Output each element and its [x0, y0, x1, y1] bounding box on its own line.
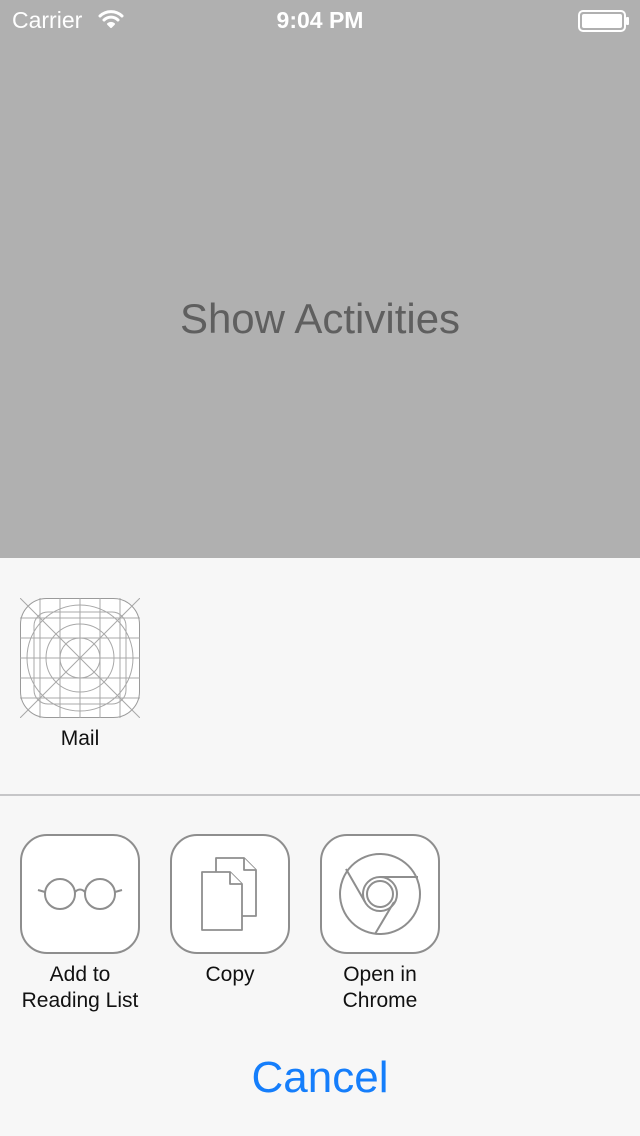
activity-label-line-2: Chrome [342, 989, 418, 1012]
share-row: Mail [0, 558, 640, 794]
activity-label: Open in Chrome [300, 962, 460, 1014]
activity-label-line-2: Reading List [21, 989, 139, 1012]
chrome-icon [320, 834, 440, 954]
activity-label: Mail [60, 727, 100, 750]
activity-label: Copy [205, 963, 255, 986]
mail-placeholder-icon [20, 598, 140, 718]
glasses-icon [20, 834, 140, 954]
cancel-button[interactable]: Cancel [0, 1038, 640, 1118]
clock: 9:04 PM [276, 7, 364, 33]
dimmed-background[interactable]: Show Activities [0, 0, 640, 558]
copy-icon [170, 834, 290, 954]
battery-icon [578, 10, 629, 32]
activity-sheet: Mail Add to Reading List Copy Open in Ch… [0, 558, 640, 1136]
status-bar: Carrier 9:04 PM [0, 0, 640, 40]
show-activities-button: Show Activities [179, 295, 461, 342]
activity-label-line-1: Open in [343, 963, 417, 986]
action-row: Add to Reading List Copy Open in Chrome [0, 796, 640, 1012]
activity-label-line-1: Add to [49, 963, 111, 986]
activity-label: Add to Reading List [0, 962, 160, 1014]
